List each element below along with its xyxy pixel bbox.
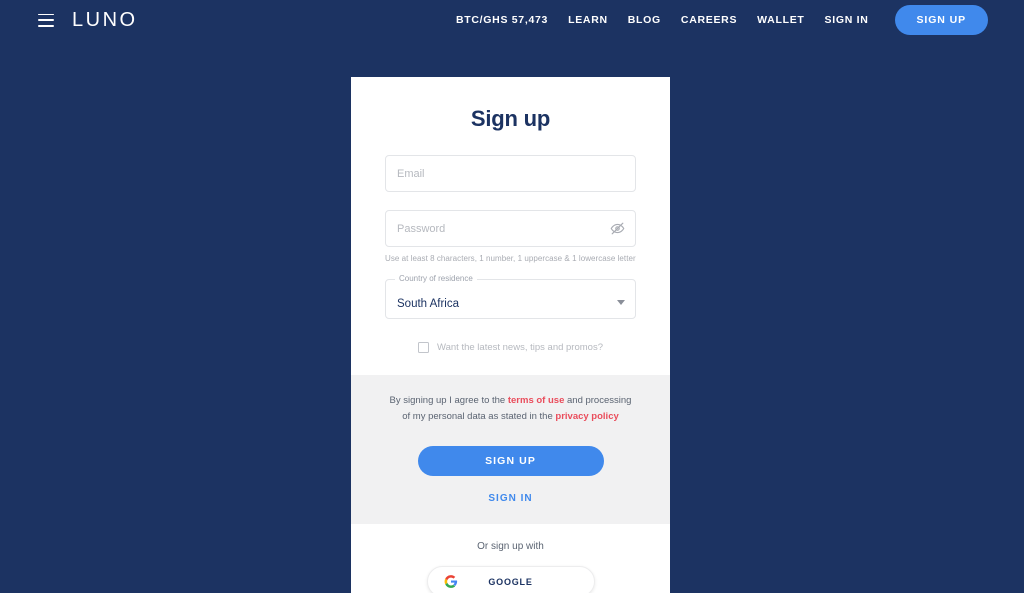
navbar-right-group: BTC/GHS 57,473 LEARN BLOG CAREERS WALLET… <box>456 5 1024 35</box>
nav-link-careers[interactable]: CAREERS <box>681 14 737 26</box>
password-input[interactable] <box>397 222 624 235</box>
page-title: Sign up <box>470 106 551 131</box>
social-divider-text: Or sign up with <box>477 541 544 553</box>
chevron-down-icon[interactable] <box>617 300 625 305</box>
google-button-label: GOOGLE <box>488 576 533 587</box>
nav-link-wallet[interactable]: WALLET <box>757 14 804 26</box>
sign-up-submit-button[interactable]: SIGN UP <box>417 446 604 477</box>
email-field[interactable] <box>385 155 636 192</box>
nav-link-learn[interactable]: LEARN <box>568 14 608 26</box>
terms-text-prefix: By signing up I agree to the <box>389 395 508 406</box>
email-input[interactable] <box>397 167 624 180</box>
google-signup-button[interactable]: GOOGLE <box>426 566 595 593</box>
sign-in-link[interactable]: SIGN IN <box>385 493 636 504</box>
terms-of-use-link[interactable]: terms of use <box>508 395 565 406</box>
luno-logo[interactable]: LUNO <box>72 10 138 30</box>
terms-and-submit-panel: By signing up I agree to the terms of us… <box>351 375 670 525</box>
social-signup-section: Or sign up with GOOGLE <box>351 524 670 593</box>
nav-link-sign-in[interactable]: SIGN IN <box>825 14 869 26</box>
btc-price-ticker[interactable]: BTC/GHS 57,473 <box>456 14 548 26</box>
newsletter-checkbox-row[interactable]: Want the latest news, tips and promos? <box>385 319 636 375</box>
country-of-residence-select[interactable]: Country of residence South Africa <box>385 274 636 319</box>
terms-agreement-text: By signing up I agree to the terms of us… <box>385 393 636 424</box>
hamburger-menu-icon[interactable] <box>38 13 54 27</box>
signup-page: LUNO BTC/GHS 57,473 LEARN BLOG CAREERS W… <box>0 0 1024 593</box>
password-field[interactable] <box>385 210 636 247</box>
newsletter-checkbox[interactable] <box>418 342 429 353</box>
google-icon <box>444 574 459 589</box>
signup-card: Sign up Use at least 8 characters, 1 num… <box>351 77 670 593</box>
eye-off-icon[interactable] <box>608 220 626 238</box>
signup-form-section: Sign up Use at least 8 characters, 1 num… <box>351 77 670 375</box>
password-hint: Use at least 8 characters, 1 number, 1 u… <box>385 254 636 263</box>
privacy-policy-link[interactable]: privacy policy <box>555 411 618 422</box>
navbar-sign-up-button[interactable]: SIGN UP <box>894 5 988 35</box>
country-select-label: Country of residence <box>395 274 477 283</box>
top-navigation-bar: LUNO BTC/GHS 57,473 LEARN BLOG CAREERS W… <box>0 0 1024 40</box>
navbar-left-group: LUNO <box>0 10 138 30</box>
country-select-value: South Africa <box>397 298 460 310</box>
nav-link-blog[interactable]: BLOG <box>628 14 661 26</box>
newsletter-checkbox-label[interactable]: Want the latest news, tips and promos? <box>437 342 603 353</box>
